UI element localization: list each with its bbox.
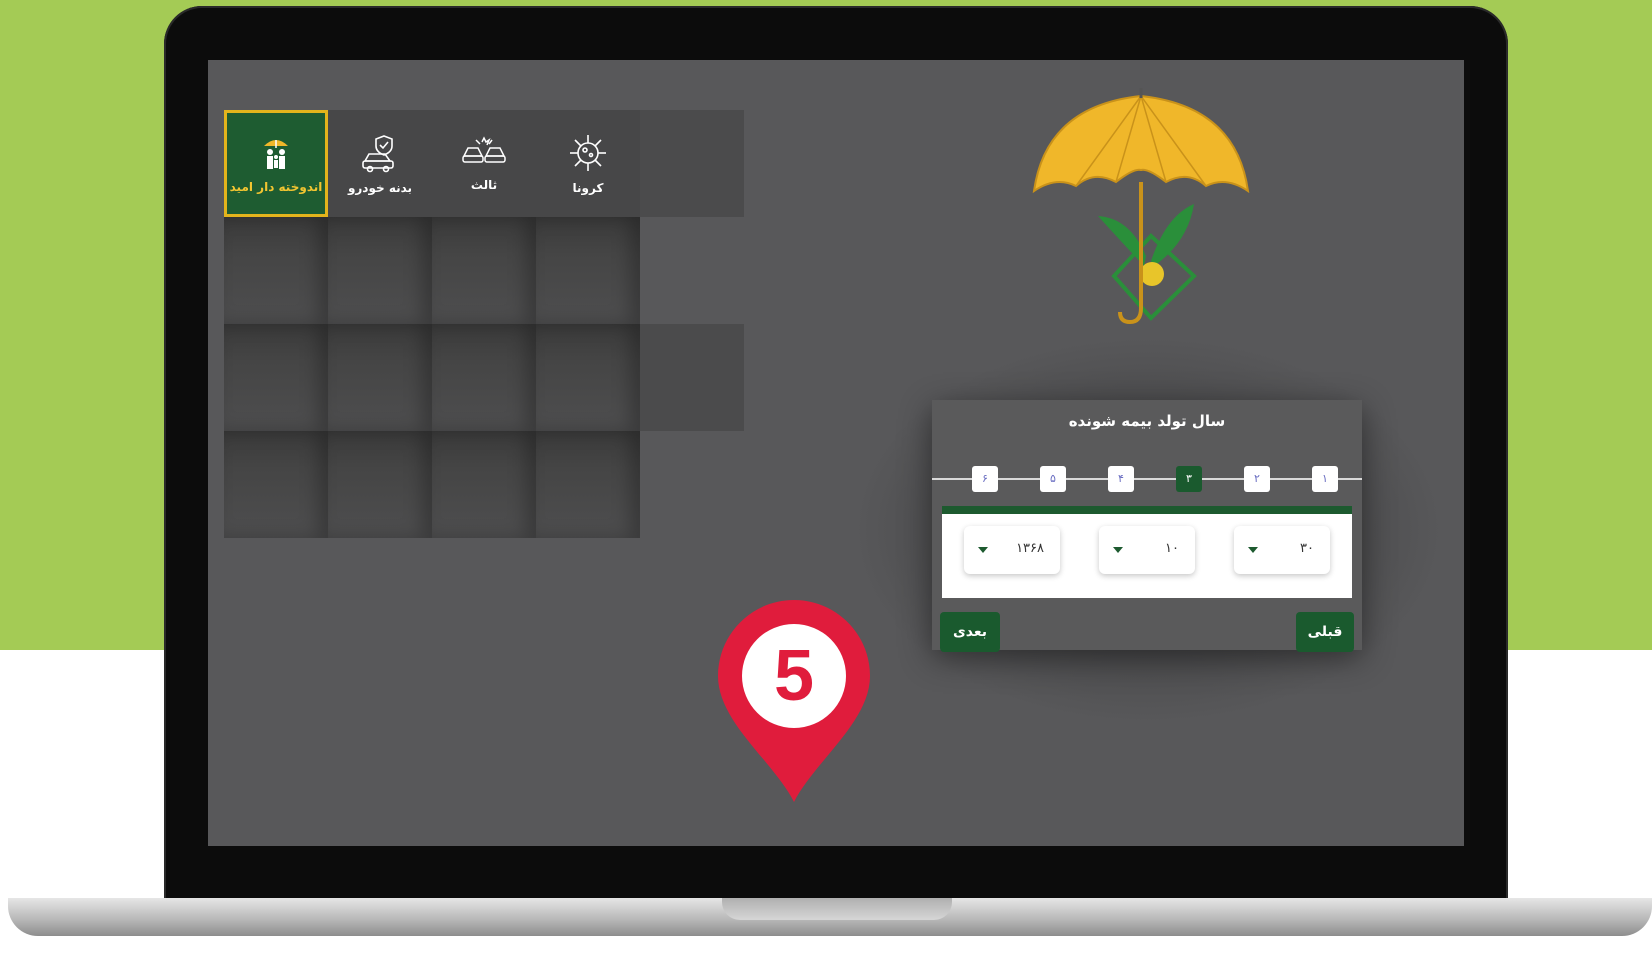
- insurance-menu-grid: اندوخته دار امید بدنه خودرو ثالث کرونا: [224, 110, 744, 538]
- day-value: ۳۰: [1300, 541, 1314, 556]
- grid-tile: [536, 217, 640, 324]
- grid-tile: [224, 324, 328, 431]
- step-6[interactable]: ۶: [972, 466, 998, 492]
- car-shield-icon: [360, 133, 400, 173]
- grid-tile: [640, 431, 744, 538]
- grid-tile: [432, 324, 536, 431]
- previous-button[interactable]: قبلی: [1296, 612, 1354, 652]
- menu-item-third-party[interactable]: ثالث: [432, 110, 536, 217]
- menu-item-label: بدنه خودرو: [347, 180, 413, 195]
- pin-number: 5: [774, 636, 814, 716]
- caret-down-icon: [978, 547, 988, 553]
- grid-tile: [536, 324, 640, 431]
- grid-tile: [328, 324, 432, 431]
- grid-tile: [224, 431, 328, 538]
- year-select[interactable]: ۱۳۶۸: [964, 526, 1060, 574]
- next-button[interactable]: بعدی: [940, 612, 1000, 652]
- menu-item-label: اندوخته دار امید: [229, 179, 323, 194]
- laptop-notch: [722, 898, 952, 920]
- grid-tile: [328, 217, 432, 324]
- menu-item-label: ثالث: [470, 177, 498, 192]
- month-value: ۱۰: [1165, 541, 1179, 556]
- car-crash-icon: [462, 135, 506, 170]
- date-fields: ۳۰ ۱۰ ۱۳۶۸: [942, 514, 1352, 598]
- menu-item-corona[interactable]: کرونا: [536, 110, 640, 217]
- form-progress-bar: [942, 506, 1352, 514]
- menu-item-omid-savings[interactable]: اندوخته دار امید: [224, 110, 328, 217]
- caret-down-icon: [1113, 547, 1123, 553]
- day-select[interactable]: ۳۰: [1234, 526, 1330, 574]
- step-1[interactable]: ۱: [1312, 466, 1338, 492]
- caret-down-icon: [1248, 547, 1258, 553]
- month-select[interactable]: ۱۰: [1099, 526, 1195, 574]
- step-4[interactable]: ۴: [1108, 466, 1134, 492]
- grid-tile: [640, 110, 744, 217]
- step-2[interactable]: ۲: [1244, 466, 1270, 492]
- umbrella-plant-logo: [1026, 86, 1256, 336]
- grid-tile: [328, 431, 432, 538]
- step-5[interactable]: ۵: [1040, 466, 1066, 492]
- grid-tile: [432, 431, 536, 538]
- grid-tile: [640, 324, 744, 431]
- menu-item-label: کرونا: [572, 180, 604, 195]
- birth-year-form: سال تولد بیمه شونده ۱ ۲ ۳ ۴ ۵ ۶ ۳۰ ۱۰ ۱۳…: [932, 400, 1362, 652]
- grid-tile: [536, 431, 640, 538]
- menu-item-car-body[interactable]: بدنه خودرو: [328, 110, 432, 217]
- step-number-pin: 5: [714, 596, 874, 806]
- grid-tile: [640, 217, 744, 324]
- form-title: سال تولد بیمه شونده: [1068, 412, 1226, 430]
- virus-icon: [568, 133, 608, 173]
- year-value: ۱۳۶۸: [1016, 541, 1044, 556]
- step-3-active[interactable]: ۳: [1176, 466, 1202, 492]
- family-umbrella-icon: [259, 134, 293, 172]
- grid-tile: [224, 217, 328, 324]
- grid-tile: [432, 217, 536, 324]
